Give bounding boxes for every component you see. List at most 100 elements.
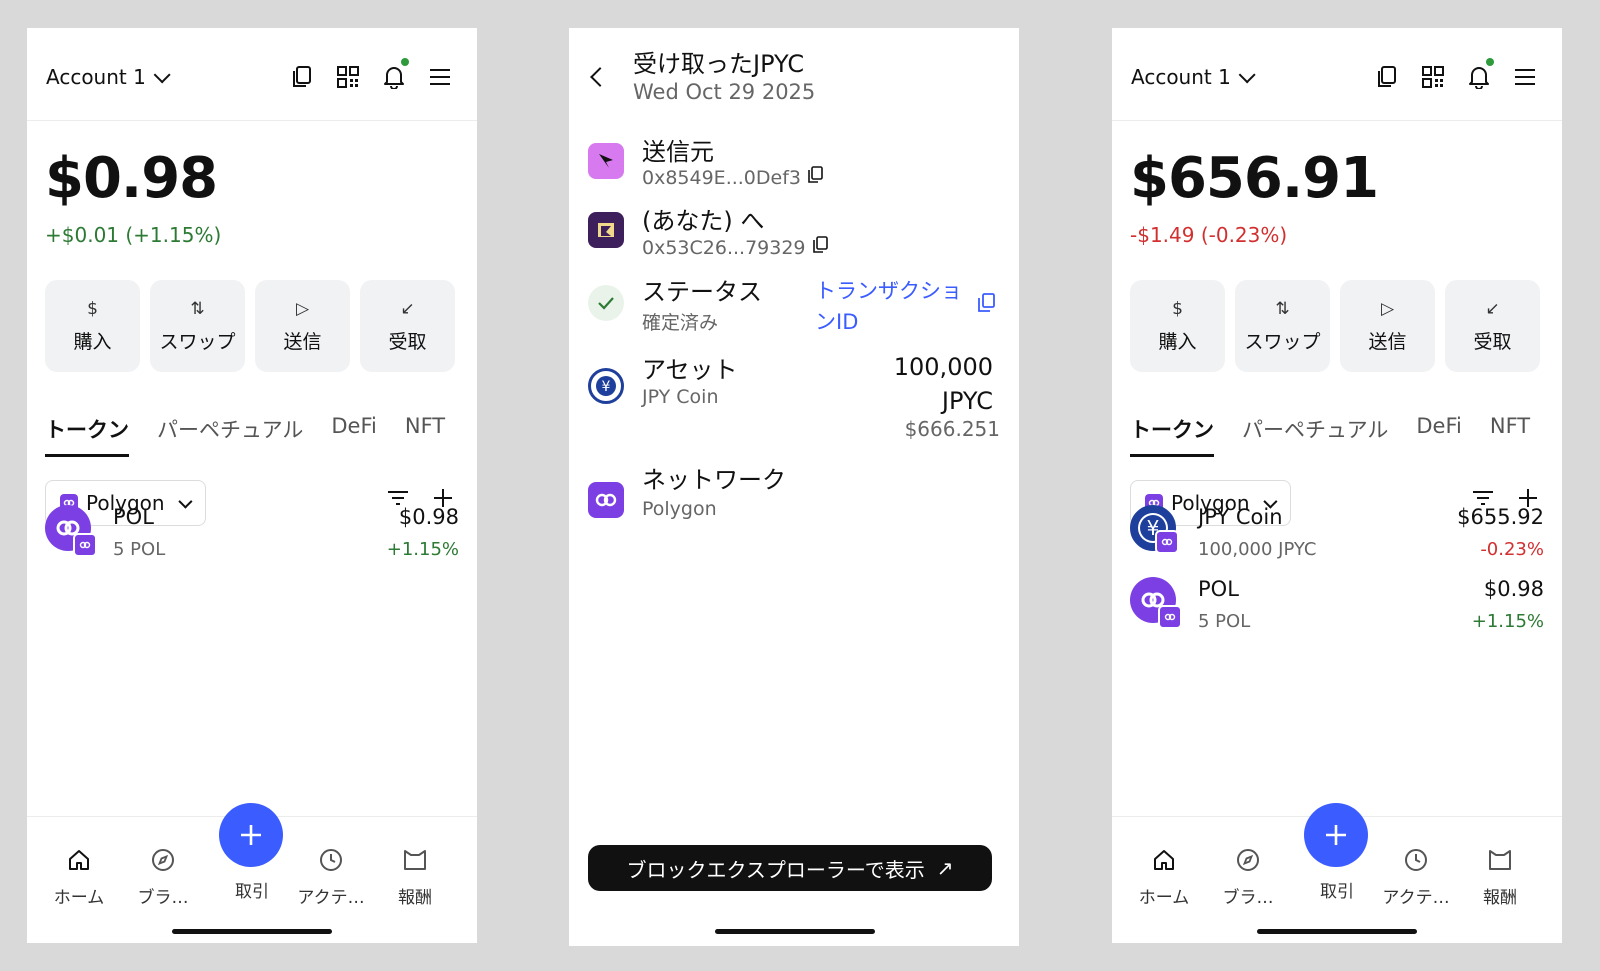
token-row-pol[interactable]: POL 5 POL $0.98 +1.15% <box>1130 577 1544 637</box>
send-button[interactable]: ▷ 送信 <box>255 280 350 372</box>
wallet-home-screen-after: Account 1 $656.91 -$1.49 (-0.23%) $ 購入 ⇅… <box>1112 28 1562 943</box>
nav-trade-label: 取引 <box>235 882 269 902</box>
polygon-network-badge-icon <box>73 533 97 557</box>
nav-activity-label: アクテ… <box>1382 888 1450 908</box>
view-on-explorer-button[interactable]: ブロックエクスプローラーで表示 ↗ <box>588 845 992 891</box>
transaction-id-line2: ンID <box>815 310 859 334</box>
nav-home[interactable]: ホーム <box>1124 845 1204 908</box>
nav-rewards[interactable]: 報酬 <box>1460 845 1540 908</box>
compass-icon <box>1208 845 1288 875</box>
nav-activity[interactable]: アクテ… <box>1376 845 1456 908</box>
account-selector[interactable]: Account 1 <box>46 65 171 89</box>
tab-perpetuals[interactable]: パーペチュアル <box>1242 414 1388 457</box>
token-name: POL <box>113 505 154 529</box>
copy-icon[interactable] <box>289 64 315 90</box>
swap-button[interactable]: ⇅ スワップ <box>1235 280 1330 372</box>
token-name: JPY Coin <box>1198 505 1283 529</box>
header-actions <box>1374 58 1538 90</box>
quick-actions: $ 購入 ⇅ スワップ ▷ 送信 ↙ 受取 <box>1130 280 1540 372</box>
swap-label: スワップ <box>1244 330 1321 353</box>
home-header: Account 1 <box>1112 28 1562 121</box>
buy-button[interactable]: $ 購入 <box>45 280 140 372</box>
from-address-row: 0x8549E...0Def3 <box>642 166 823 189</box>
asset-tabs: トークン パーペチュアル DeFi NFT <box>1130 414 1530 457</box>
nav-browser[interactable]: ブラ… <box>123 845 203 908</box>
to-address-row: 0x53C26...79329 <box>642 236 828 259</box>
nav-activity[interactable]: アクテ… <box>291 845 371 908</box>
nav-home[interactable]: ホーム <box>39 845 119 908</box>
account-label: Account 1 <box>46 65 146 89</box>
token-amount: 100,000 JPYC <box>1198 539 1317 560</box>
tab-defi[interactable]: DeFi <box>331 414 376 457</box>
bell-icon[interactable] <box>381 58 409 90</box>
from-address: 0x8549E...0Def3 <box>642 166 801 189</box>
buy-button[interactable]: $ 購入 <box>1130 280 1225 372</box>
nav-rewards-label: 報酬 <box>398 888 432 908</box>
sender-avatar-icon <box>588 143 624 179</box>
home-indicator <box>1257 929 1417 934</box>
wallet-home-screen-before: Account 1 $0.98 +$0.01 (+1.15%) $ 購入 ⇅ ス… <box>27 28 477 943</box>
nav-activity-label: アクテ… <box>297 888 365 908</box>
send-button[interactable]: ▷ 送信 <box>1340 280 1435 372</box>
plus-icon <box>241 825 261 845</box>
receive-button[interactable]: ↙ 受取 <box>1445 280 1540 372</box>
buy-label: 購入 <box>73 330 112 353</box>
to-label: (あなた) へ <box>642 207 765 235</box>
total-balance: $656.91 <box>1130 146 1379 211</box>
balance-change: -$1.49 (-0.23%) <box>1130 223 1288 247</box>
send-icon: ▷ <box>1380 298 1395 319</box>
from-label: 送信元 <box>642 138 714 166</box>
nav-browser[interactable]: ブラ… <box>1208 845 1288 908</box>
quick-actions: $ 購入 ⇅ スワップ ▷ 送信 ↙ 受取 <box>45 280 455 372</box>
back-arrow-icon[interactable] <box>590 67 610 87</box>
bell-icon[interactable] <box>1466 58 1494 90</box>
token-row-jpyc[interactable]: ¥ JPY Coin 100,000 JPYC $655.92 -0.23% <box>1130 505 1544 565</box>
receive-button[interactable]: ↙ 受取 <box>360 280 455 372</box>
tab-nft[interactable]: NFT <box>405 414 445 457</box>
account-selector[interactable]: Account 1 <box>1131 65 1256 89</box>
copy-icon[interactable] <box>1374 64 1400 90</box>
transaction-detail-screen: 受け取ったJPYC Wed Oct 29 2025 送信元 0x8549E...… <box>569 28 1019 946</box>
bottom-nav: ホーム ブラ… 取引 アクテ… 報酬 <box>1112 803 1562 943</box>
nav-rewards[interactable]: 報酬 <box>375 845 455 908</box>
external-link-icon: ↗ <box>936 856 954 880</box>
asset-amount: 100,000 JPYC <box>843 350 993 418</box>
receive-label: 受取 <box>388 330 427 353</box>
home-icon <box>39 845 119 875</box>
asset-amount-symbol: JPYC <box>941 387 993 415</box>
qr-code-icon[interactable] <box>335 64 361 90</box>
tab-tokens[interactable]: トークン <box>45 414 129 457</box>
copy-icon[interactable] <box>807 166 823 189</box>
token-change: -0.23% <box>1480 539 1544 560</box>
tab-nft[interactable]: NFT <box>1490 414 1530 457</box>
transaction-id-link[interactable]: トランザクショ ンID <box>815 276 975 338</box>
nav-home-label: ホーム <box>1138 888 1190 908</box>
copy-icon[interactable] <box>812 236 828 259</box>
send-label: 送信 <box>1368 330 1407 353</box>
total-balance: $0.98 <box>45 146 218 211</box>
token-value: $0.98 <box>398 505 459 529</box>
header-actions <box>289 58 453 90</box>
token-row-pol[interactable]: POL 5 POL $0.98 +1.15% <box>45 505 459 565</box>
view-on-explorer-label: ブロックエクスプローラーで表示 <box>626 857 925 882</box>
rewards-icon <box>1460 845 1540 875</box>
menu-icon[interactable] <box>427 64 453 90</box>
pol-token-icon <box>1130 577 1182 629</box>
receive-arrow-icon: ↙ <box>400 298 415 319</box>
swap-label: スワップ <box>159 330 236 353</box>
copy-icon[interactable] <box>977 293 995 317</box>
dollar-icon: $ <box>87 298 98 319</box>
svg-text:¥: ¥ <box>602 379 611 395</box>
trade-fab-button[interactable] <box>1304 803 1368 867</box>
tab-defi[interactable]: DeFi <box>1416 414 1461 457</box>
trade-fab-button[interactable] <box>219 803 283 867</box>
jpy-coin-icon: ¥ <box>588 368 624 404</box>
tab-tokens[interactable]: トークン <box>1130 414 1214 457</box>
tab-perpetuals[interactable]: パーペチュアル <box>157 414 303 457</box>
to-address: 0x53C26...79329 <box>642 236 806 259</box>
qr-code-icon[interactable] <box>1420 64 1446 90</box>
swap-button[interactable]: ⇅ スワップ <box>150 280 245 372</box>
menu-icon[interactable] <box>1512 64 1538 90</box>
asset-tabs: トークン パーペチュアル DeFi NFT <box>45 414 445 457</box>
chevron-down-icon <box>1238 66 1256 84</box>
